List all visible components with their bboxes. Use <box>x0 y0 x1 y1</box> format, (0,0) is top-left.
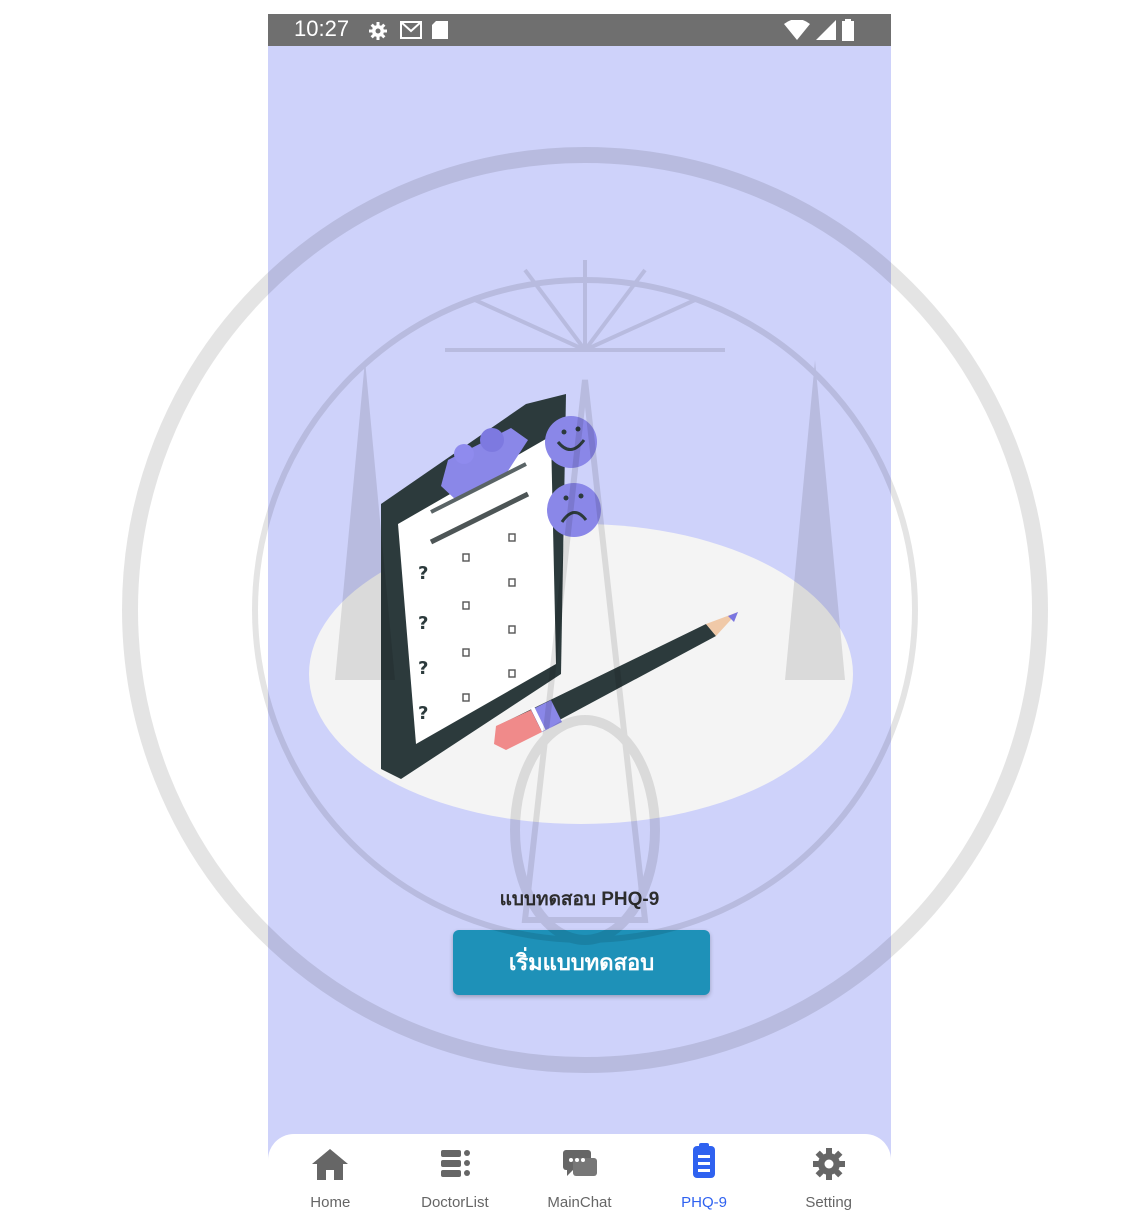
nav-label-mainchat: MainChat <box>547 1194 612 1211</box>
wifi-icon <box>784 20 810 40</box>
clipboard-checklist-illustration: ?? ?? <box>309 394 853 824</box>
bottom-navigation: Home DoctorList MainChat PHQ-9 Setting <box>268 1134 891 1214</box>
sad-face-icon <box>547 483 601 537</box>
nav-label-home: Home <box>310 1194 351 1211</box>
nav-label-phq9: PHQ-9 <box>681 1194 727 1211</box>
nav-item-mainchat[interactable]: MainChat <box>519 1134 639 1214</box>
signal-icon <box>816 20 836 40</box>
gear-icon <box>812 1148 845 1180</box>
chat-icon <box>563 1150 598 1176</box>
svg-text:?: ? <box>418 613 428 634</box>
sd-card-icon <box>432 21 448 39</box>
clipboard-icon <box>693 1143 716 1178</box>
list-icon <box>440 1150 470 1177</box>
nav-label-setting: Setting <box>805 1194 853 1211</box>
gmail-icon <box>400 21 422 39</box>
test-title: แบบทดสอบ PHQ-9 <box>499 889 660 910</box>
svg-text:?: ? <box>418 703 428 724</box>
svg-text:?: ? <box>418 658 428 679</box>
settings-icon <box>369 22 387 40</box>
nav-item-phq9[interactable]: PHQ-9 <box>644 1134 764 1214</box>
status-bar: 10:27 <box>268 14 891 46</box>
happy-face-icon <box>545 416 597 468</box>
battery-icon <box>842 19 854 41</box>
nav-item-doctorlist[interactable]: DoctorList <box>395 1134 515 1214</box>
svg-text:?: ? <box>418 563 428 584</box>
nav-item-home[interactable]: Home <box>270 1134 390 1214</box>
phone-screen: 10:27 ? ? ? ? แบบทดสอบ PHQ-9 เริ่มแบบทดส… <box>268 14 891 1214</box>
status-time: 10:27 <box>294 16 350 41</box>
nav-label-doctorlist: DoctorList <box>421 1194 489 1211</box>
nav-item-setting[interactable]: Setting <box>769 1134 889 1214</box>
start-test-button[interactable]: เริ่มแบบทดสอบ <box>453 930 710 995</box>
home-icon <box>312 1149 349 1180</box>
